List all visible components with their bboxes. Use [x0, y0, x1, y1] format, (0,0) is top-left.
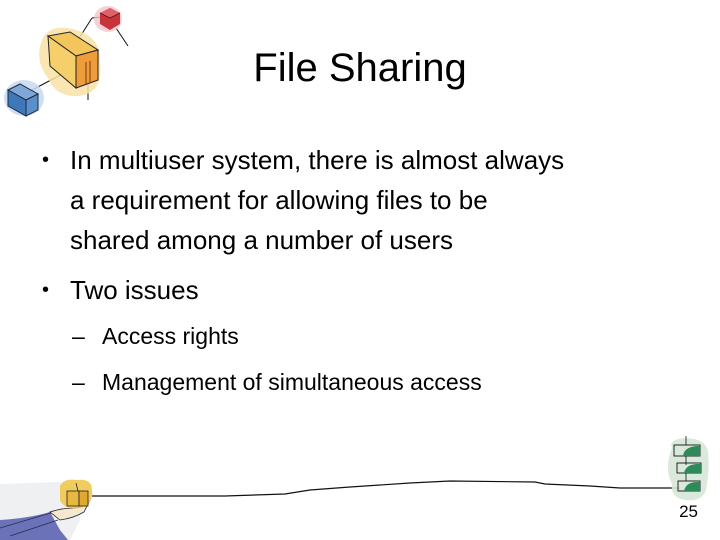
- bullet-line: In multiuser system, there is almost alw…: [70, 145, 565, 175]
- footer-connector-line: [92, 480, 680, 497]
- sub-bullet-item: – Management of simultaneous access: [42, 366, 702, 398]
- sub-bullet-text: Management of simultaneous access: [102, 369, 482, 395]
- page-number: 25: [679, 502, 698, 521]
- sub-bullet-marker: –: [72, 323, 85, 349]
- bullet-item: • In multiuser system, there is almost a…: [42, 140, 702, 260]
- bullet-line: Two issues: [70, 275, 199, 305]
- stacked-green-boxes-icon: [668, 436, 709, 501]
- bullet-list: • In multiuser system, there is almost a…: [42, 140, 702, 412]
- bullet-item: • Two issues: [42, 270, 702, 310]
- sub-bullet-item: – Access rights: [42, 320, 702, 352]
- hand-holding-box-icon: [0, 479, 93, 540]
- bullet-marker: •: [42, 279, 50, 301]
- bullet-line: a requirement for allowing files to be: [70, 185, 488, 215]
- sub-bullet-text: Access rights: [102, 323, 239, 349]
- slide-title-text: File Sharing: [253, 46, 467, 90]
- bullet-marker: •: [42, 149, 50, 171]
- bullet-line: shared among a number of users: [70, 225, 453, 255]
- sub-bullet-marker: –: [72, 369, 85, 395]
- slide: File Sharing • In multiuser system, ther…: [0, 0, 720, 540]
- slide-title: File Sharing: [0, 42, 720, 94]
